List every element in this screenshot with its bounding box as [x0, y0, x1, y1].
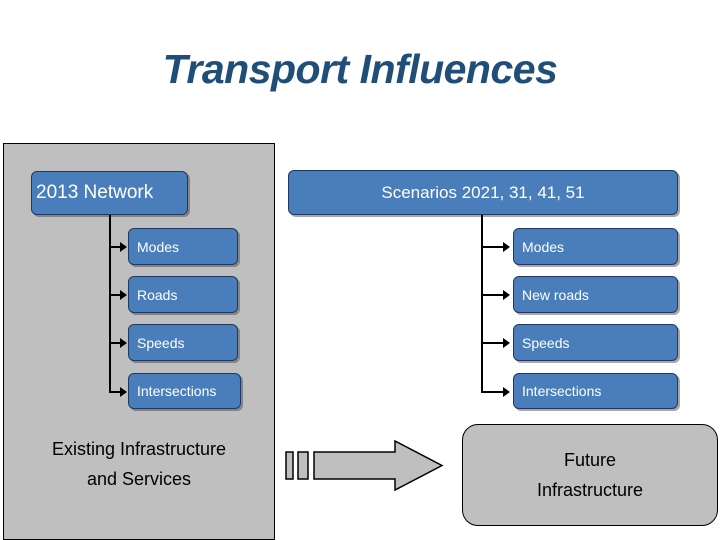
right-arrowhead-3 [503, 338, 510, 348]
right-item-box-new-roads[interactable]: New roads [513, 276, 678, 313]
left-item-box-speeds[interactable]: Speeds [128, 324, 238, 361]
future-infrastructure-box[interactable]: Future Infrastructure [462, 424, 718, 526]
right-connector-trunk [481, 215, 483, 393]
right-item-box-modes[interactable]: Modes [513, 228, 678, 265]
left-item-box-modes[interactable]: Modes [128, 228, 238, 265]
existing-caption-line-2: and Services [86, 469, 192, 489]
existing-caption-line-1: Existing Infrastructure [51, 439, 227, 459]
existing-infrastructure-caption: Existing Infrastructure and Services [3, 434, 275, 494]
left-item-label-2: Roads [137, 286, 178, 303]
left-arrowhead-3 [120, 338, 127, 348]
slide-canvas: Transport Influences 2013 Network Modes … [0, 0, 720, 540]
right-lead-box[interactable]: Scenarios 2021, 31, 41, 51 [288, 170, 678, 215]
left-item-label-1: Modes [137, 238, 180, 255]
future-box-line-2: Infrastructure [536, 480, 644, 500]
left-item-box-intersections[interactable]: Intersections [128, 373, 241, 409]
left-arrowhead-2 [120, 290, 127, 300]
left-item-label-4: Intersections [137, 383, 217, 399]
right-connector-branch-3 [481, 342, 505, 344]
left-lead-box[interactable]: 2013 Network [31, 171, 188, 215]
right-lead-box-label: Scenarios 2021, 31, 41, 51 [381, 182, 585, 202]
future-box-line-1: Future [563, 450, 617, 470]
left-connector-trunk [109, 215, 111, 393]
right-connector-branch-2 [481, 294, 505, 296]
right-connector-branch-1 [481, 246, 505, 248]
right-item-label-2: New roads [522, 286, 589, 303]
right-item-label-1: Modes [522, 238, 565, 255]
left-arrowhead-1 [120, 242, 127, 252]
right-item-box-speeds[interactable]: Speeds [513, 324, 678, 361]
left-item-label-3: Speeds [137, 334, 185, 351]
right-item-label-4: Intersections [522, 383, 602, 399]
right-arrowhead-1 [503, 242, 510, 252]
right-arrowhead-4 [503, 387, 510, 397]
left-lead-box-label: 2013 Network [36, 182, 154, 203]
page-title: Transport Influences [162, 46, 558, 92]
left-arrowhead-4 [120, 387, 127, 397]
right-connector-branch-4 [481, 391, 505, 393]
right-arrowhead-2 [503, 290, 510, 300]
left-item-box-roads[interactable]: Roads [128, 276, 238, 313]
right-item-box-intersections[interactable]: Intersections [513, 373, 678, 409]
right-item-label-3: Speeds [522, 334, 570, 351]
striped-right-arrow-icon [285, 438, 445, 493]
